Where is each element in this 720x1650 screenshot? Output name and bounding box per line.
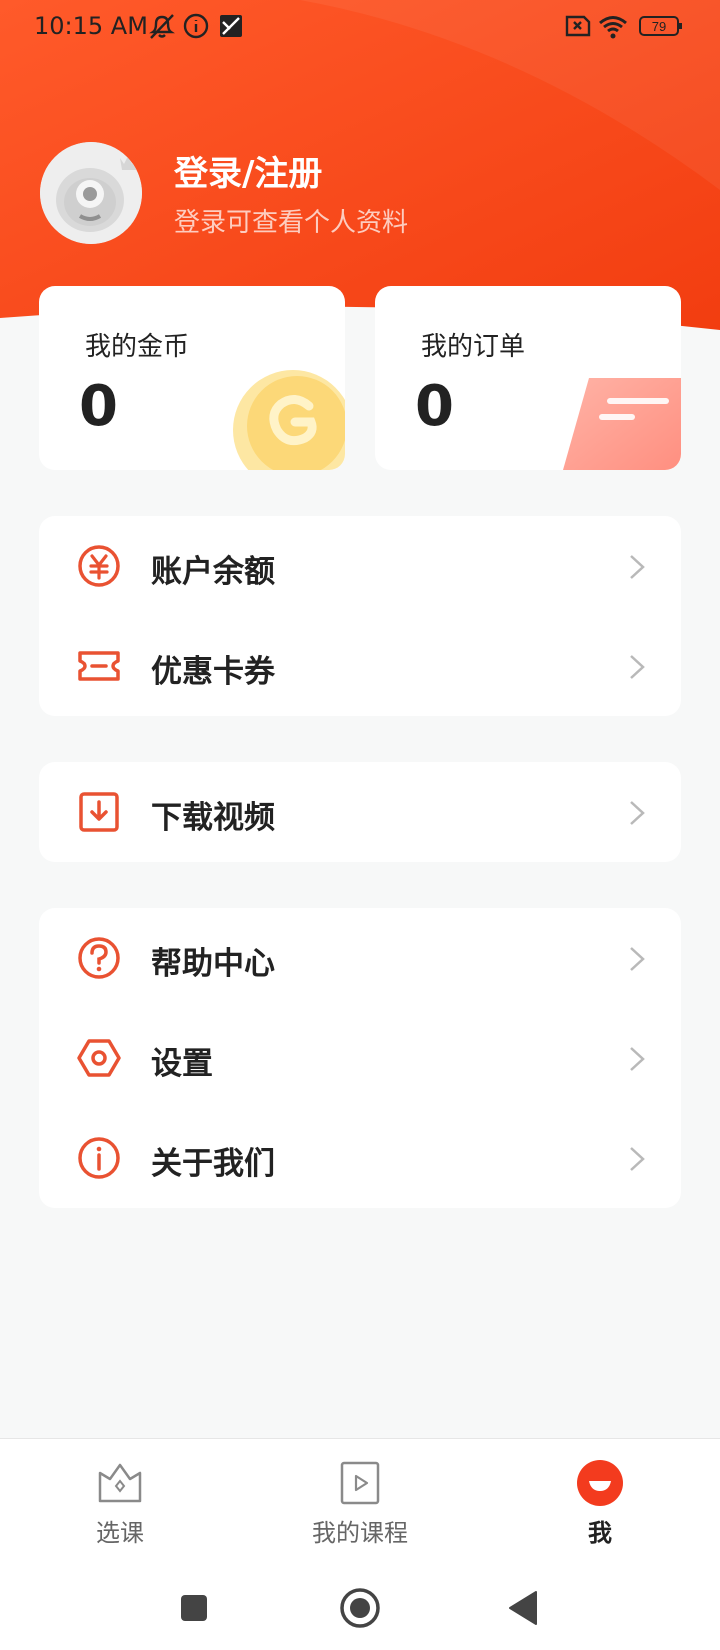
status-left-icons bbox=[149, 13, 242, 39]
menu-group-downloads: 下载视频 bbox=[39, 762, 681, 862]
tab-my-courses[interactable]: 我的课程 bbox=[280, 1459, 440, 1559]
tab-me-label: 我 bbox=[588, 1519, 612, 1547]
info-circle-icon bbox=[183, 13, 209, 39]
menu-item-help[interactable]: 帮助中心 bbox=[39, 908, 681, 1008]
avatar[interactable] bbox=[40, 142, 142, 244]
menu-item-settings-label: 设置 bbox=[151, 1046, 213, 1082]
order-icon bbox=[563, 378, 681, 470]
menu-item-about-label: 关于我们 bbox=[151, 1146, 275, 1182]
chevron-right-icon bbox=[630, 1147, 645, 1171]
my-coins-value: 0 bbox=[79, 374, 118, 439]
menu-item-about[interactable]: 关于我们 bbox=[39, 1108, 681, 1208]
profile-section[interactable]: 登录/注册 登录可查看个人资料 bbox=[40, 142, 680, 244]
coupon-ticket-icon bbox=[78, 651, 120, 681]
info-icon bbox=[78, 1137, 120, 1179]
no-sim-icon bbox=[565, 15, 591, 37]
menu-item-downloads-label: 下载视频 bbox=[151, 800, 275, 836]
home-button[interactable] bbox=[338, 1586, 382, 1630]
course-select-icon bbox=[98, 1463, 142, 1503]
my-orders-value: 0 bbox=[415, 374, 454, 439]
tab-course-select-label: 选课 bbox=[96, 1519, 144, 1547]
back-button[interactable] bbox=[502, 1586, 546, 1630]
battery-icon: 79 bbox=[639, 16, 682, 36]
my-orders-label: 我的订单 bbox=[421, 332, 526, 362]
mascot-avatar-icon bbox=[40, 142, 142, 244]
status-right-icons: 79 bbox=[565, 15, 682, 39]
system-nav-bar bbox=[0, 1568, 720, 1650]
recent-apps-button[interactable] bbox=[172, 1586, 216, 1630]
my-coins-card[interactable]: 我的金币 0 bbox=[39, 286, 345, 470]
mute-bell-icon bbox=[149, 14, 175, 39]
menu-group-account: 账户余额 优惠卡券 bbox=[39, 516, 681, 716]
chevron-right-icon bbox=[630, 555, 645, 579]
status-bar: 10:15 AM 79 bbox=[0, 0, 720, 56]
download-icon bbox=[79, 792, 119, 832]
profile-subtitle: 登录可查看个人资料 bbox=[174, 208, 409, 238]
me-icon bbox=[577, 1460, 623, 1506]
chevron-right-icon bbox=[630, 1047, 645, 1071]
menu-item-coupons[interactable]: 优惠卡券 bbox=[39, 616, 681, 716]
settings-hex-icon bbox=[77, 1039, 121, 1077]
menu-item-settings[interactable]: 设置 bbox=[39, 1008, 681, 1108]
wifi-icon bbox=[599, 16, 627, 33]
chevron-right-icon bbox=[630, 655, 645, 679]
yuan-coin-icon bbox=[78, 545, 120, 587]
coin-icon bbox=[233, 370, 345, 470]
bottom-tab-bar: 选课 我的课程 我 bbox=[0, 1438, 720, 1568]
tab-my-courses-label: 我的课程 bbox=[312, 1519, 408, 1547]
menu-item-help-label: 帮助中心 bbox=[151, 946, 275, 982]
my-orders-card[interactable]: 我的订单 0 bbox=[375, 286, 681, 470]
tab-course-select[interactable]: 选课 bbox=[40, 1459, 200, 1559]
my-coins-label: 我的金币 bbox=[85, 332, 190, 362]
menu-item-balance[interactable]: 账户余额 bbox=[39, 516, 681, 616]
my-course-icon bbox=[340, 1461, 380, 1505]
menu-item-balance-label: 账户余额 bbox=[151, 554, 275, 590]
battery-level: 79 bbox=[652, 19, 666, 34]
chevron-right-icon bbox=[630, 801, 645, 825]
help-question-icon bbox=[78, 937, 120, 979]
sim-card-icon bbox=[220, 15, 242, 37]
chevron-right-icon bbox=[630, 947, 645, 971]
tab-me[interactable]: 我 bbox=[520, 1459, 680, 1559]
login-register-link[interactable]: 登录/注册 bbox=[174, 146, 322, 195]
menu-item-coupons-label: 优惠卡券 bbox=[151, 654, 275, 690]
menu-item-downloads[interactable]: 下载视频 bbox=[39, 762, 681, 862]
menu-group-support: 帮助中心 设置 关于我们 bbox=[39, 908, 681, 1208]
status-time: 10:15 AM bbox=[34, 12, 148, 40]
